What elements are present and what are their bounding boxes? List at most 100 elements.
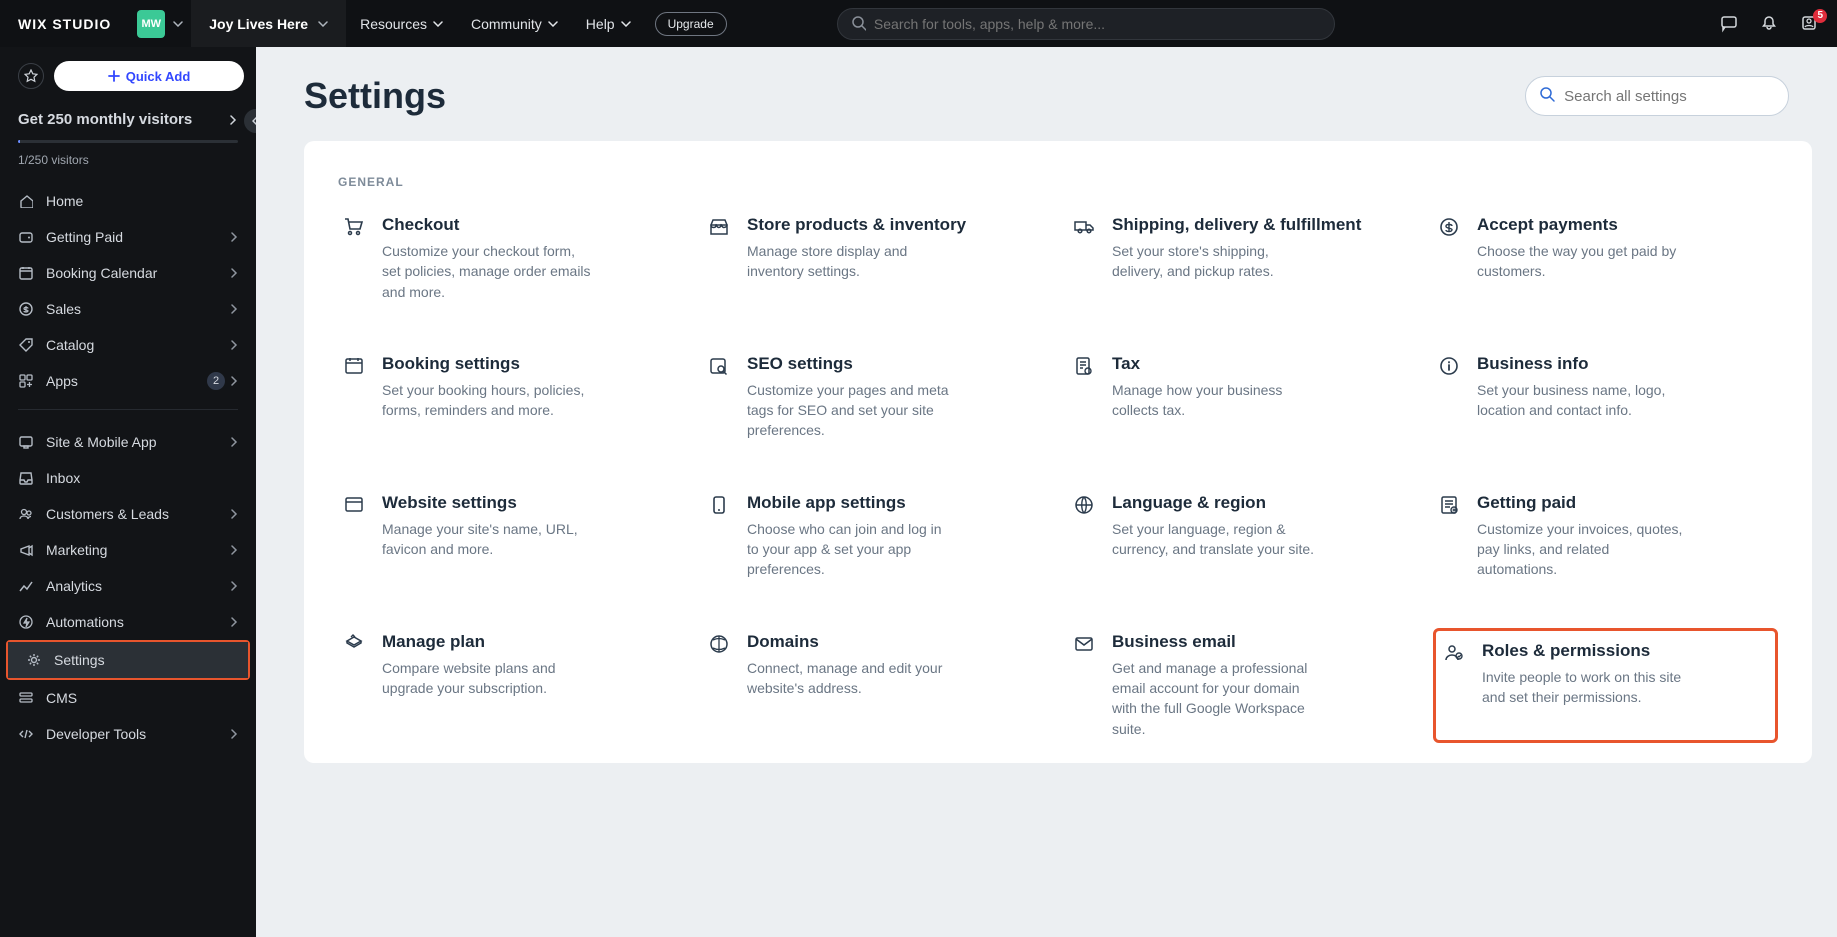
settings-search-input[interactable] — [1564, 88, 1774, 105]
upgrade-button[interactable]: Upgrade — [655, 12, 727, 36]
card-title: Checkout — [382, 215, 592, 235]
site-selector[interactable]: Joy Lives Here — [191, 0, 346, 47]
dollar-icon — [18, 301, 34, 317]
sidebar-item-getting-paid[interactable]: Getting Paid — [0, 219, 256, 255]
settings-card-shipping-delivery-fulfillment[interactable]: Shipping, delivery & fulfillment Set you… — [1068, 211, 1413, 306]
settings-card-accept-payments[interactable]: Accept payments Choose the way you get p… — [1433, 211, 1778, 306]
inbox-icon — [18, 470, 34, 486]
nav-community[interactable]: Community — [457, 0, 572, 47]
settings-card-website-settings[interactable]: Website settings Manage your site's name… — [338, 489, 683, 584]
settings-card-domains[interactable]: Domains Connect, manage and edit your we… — [703, 628, 1048, 743]
sidebar-item-label: Site & Mobile App — [46, 434, 157, 450]
sidebar-item-home[interactable]: Home — [0, 183, 256, 219]
roles-icon — [1444, 641, 1468, 726]
sidebar-item-label: CMS — [46, 690, 77, 706]
notifications-icon[interactable] — [1761, 15, 1779, 33]
global-search[interactable] — [837, 8, 1335, 40]
card-description: Choose who can join and log in to your a… — [747, 519, 957, 580]
settings-card-store-products-inventory[interactable]: Store products & inventory Manage store … — [703, 211, 1048, 306]
sidebar-item-developer-tools[interactable]: Developer Tools — [0, 716, 256, 752]
main-content: Settings GENERAL Checkout Customize your… — [256, 47, 1837, 937]
nav-resources[interactable]: Resources — [346, 0, 457, 47]
truck-icon — [1074, 215, 1098, 302]
sidebar-item-settings[interactable]: Settings — [8, 642, 248, 678]
visitors-progress — [18, 140, 238, 143]
card-description: Manage store display and inventory setti… — [747, 241, 957, 282]
search-icon — [852, 16, 866, 31]
sidebar-item-sales[interactable]: Sales — [0, 291, 256, 327]
workspace-avatar[interactable]: MW — [137, 10, 165, 38]
nav-help[interactable]: Help — [572, 0, 645, 47]
sidebar-item-apps[interactable]: Apps2 — [0, 363, 256, 399]
tag-icon — [18, 337, 34, 353]
settings-card-business-info[interactable]: Business info Set your business name, lo… — [1433, 350, 1778, 445]
sidebar-item-label: Automations — [46, 614, 124, 630]
settings-card-roles-permissions[interactable]: Roles & permissions Invite people to wor… — [1433, 628, 1778, 743]
chat-icon[interactable] — [1721, 15, 1739, 33]
card-title: Getting paid — [1477, 493, 1687, 513]
card-title: Business email — [1112, 632, 1322, 652]
card-title: Booking settings — [382, 354, 592, 374]
settings-card-manage-plan[interactable]: Manage plan Compare website plans and up… — [338, 628, 683, 743]
sidebar-item-cms[interactable]: CMS — [0, 680, 256, 716]
settings-card-getting-paid[interactable]: Getting paid Customize your invoices, qu… — [1433, 489, 1778, 584]
plus-icon — [108, 70, 120, 82]
workspace-dropdown[interactable] — [165, 0, 191, 47]
chevron-right-icon — [231, 232, 238, 242]
sidebar-item-inbox[interactable]: Inbox — [0, 460, 256, 496]
section-general-label: GENERAL — [338, 175, 1778, 189]
pay-icon — [1439, 215, 1463, 302]
info-icon — [1439, 354, 1463, 441]
chevron-right-icon — [231, 304, 238, 314]
settings-card-business-email[interactable]: Business email Get and manage a professi… — [1068, 628, 1413, 743]
sidebar-item-label: Home — [46, 193, 83, 209]
quick-add-button[interactable]: Quick Add — [54, 61, 244, 91]
visitors-widget[interactable]: Get 250 monthly visitors 1/250 visitors — [0, 105, 256, 179]
sidebar-item-label: Developer Tools — [46, 726, 146, 742]
bolt-icon — [18, 614, 34, 630]
notification-badge: 5 — [1813, 9, 1827, 23]
sidebar-divider — [18, 409, 238, 410]
settings-search[interactable] — [1525, 76, 1789, 116]
settings-card-checkout[interactable]: Checkout Customize your checkout form, s… — [338, 211, 683, 306]
card-title: Domains — [747, 632, 957, 652]
card-title: Mobile app settings — [747, 493, 957, 513]
settings-card-booking-settings[interactable]: Booking settings Set your booking hours,… — [338, 350, 683, 445]
settings-card-mobile-app-settings[interactable]: Mobile app settings Choose who can join … — [703, 489, 1048, 584]
invoice-icon — [1439, 493, 1463, 580]
dev-icon — [18, 726, 34, 742]
visitors-title: Get 250 monthly visitors — [18, 111, 192, 128]
accounts-icon[interactable]: 5 — [1801, 15, 1819, 33]
sidebar-item-site-mobile-app[interactable]: Site & Mobile App — [0, 424, 256, 460]
settings-card-seo-settings[interactable]: SEO settings Customize your pages and me… — [703, 350, 1048, 445]
global-search-input[interactable] — [874, 16, 1320, 32]
card-description: Manage how your business collects tax. — [1112, 380, 1322, 421]
domain-icon — [709, 632, 733, 739]
chart-icon — [18, 578, 34, 594]
card-description: Get and manage a professional email acco… — [1112, 658, 1322, 739]
sidebar-item-label: Inbox — [46, 470, 80, 486]
sidebar-item-customers-leads[interactable]: Customers & Leads — [0, 496, 256, 532]
gear-icon — [26, 652, 42, 668]
card-title: Business info — [1477, 354, 1687, 374]
sidebar-item-marketing[interactable]: Marketing — [0, 532, 256, 568]
card-description: Compare website plans and upgrade your s… — [382, 658, 592, 699]
sidebar-item-booking-calendar[interactable]: Booking Calendar — [0, 255, 256, 291]
card-description: Set your business name, logo, location a… — [1477, 380, 1687, 421]
settings-card-language-region[interactable]: Language & region Set your language, reg… — [1068, 489, 1413, 584]
card-title: Website settings — [382, 493, 592, 513]
sidebar-item-label: Customers & Leads — [46, 506, 169, 522]
settings-card-tax[interactable]: Tax Manage how your business collects ta… — [1068, 350, 1413, 445]
sidebar-item-label: Sales — [46, 301, 81, 317]
sidebar-item-automations[interactable]: Automations — [0, 604, 256, 640]
search-icon — [1540, 87, 1556, 105]
site-icon — [18, 434, 34, 450]
favorites-button[interactable] — [18, 63, 44, 89]
sidebar-item-catalog[interactable]: Catalog — [0, 327, 256, 363]
settings-panel: GENERAL Checkout Customize your checkout… — [304, 141, 1812, 763]
chevron-right-icon — [231, 268, 238, 278]
card-description: Choose the way you get paid by customers… — [1477, 241, 1687, 282]
card-title: Shipping, delivery & fulfillment — [1112, 215, 1361, 235]
calendar-icon — [18, 265, 34, 281]
sidebar-item-analytics[interactable]: Analytics — [0, 568, 256, 604]
